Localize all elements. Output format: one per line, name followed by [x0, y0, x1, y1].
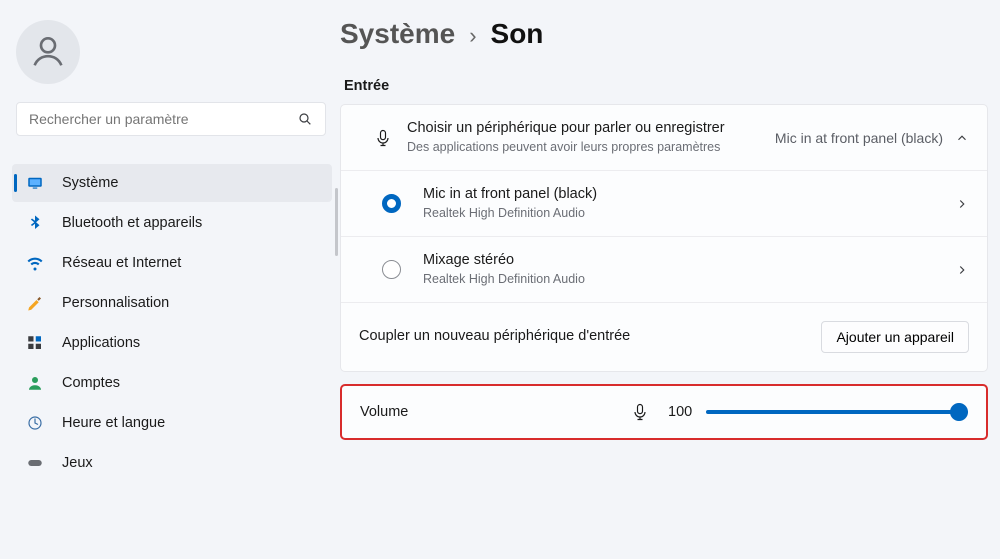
user-icon	[28, 32, 68, 72]
sidebar-item-label: Comptes	[62, 375, 120, 391]
page-title: Son	[491, 18, 544, 50]
sidebar-item-label: Bluetooth et appareils	[62, 215, 202, 231]
system-icon	[26, 174, 44, 192]
sidebar-item-label: Réseau et Internet	[62, 255, 181, 271]
chevron-right-icon	[955, 263, 969, 277]
avatar[interactable]	[16, 20, 80, 84]
brush-icon	[26, 294, 44, 312]
main-content: Système › Son Entrée Choisir un périphér…	[340, 0, 1000, 559]
microphone-icon	[359, 128, 407, 148]
radio-button[interactable]	[359, 260, 423, 279]
volume-value: 100	[668, 404, 702, 420]
search-icon	[297, 111, 313, 127]
choose-input-device-row[interactable]: Choisir un périphérique pour parler ou e…	[341, 105, 987, 171]
device-driver: Realtek High Definition Audio	[423, 271, 955, 289]
clock-globe-icon	[26, 414, 44, 432]
selected-device-value: Mic in at front panel (black)	[775, 130, 943, 146]
choose-device-label: Choisir un périphérique pour parler ou e…	[407, 119, 775, 139]
chevron-up-icon	[955, 131, 969, 145]
input-device-option[interactable]: Mixage stéréo Realtek High Definition Au…	[341, 237, 987, 303]
input-devices-group: Choisir un périphérique pour parler ou e…	[340, 104, 988, 372]
bluetooth-icon	[26, 214, 44, 232]
account-icon	[26, 374, 44, 392]
scrollbar[interactable]	[335, 188, 338, 256]
apps-icon	[26, 334, 44, 352]
sidebar-item-bluetooth[interactable]: Bluetooth et appareils	[12, 204, 332, 242]
sidebar-item-accounts[interactable]: Comptes	[12, 364, 332, 402]
device-name: Mixage stéréo	[423, 251, 955, 271]
pair-device-label: Coupler un nouveau périphérique d'entrée	[359, 327, 821, 347]
sidebar-item-gaming[interactable]: Jeux	[12, 444, 332, 482]
pair-new-device-row: Coupler un nouveau périphérique d'entrée…	[341, 303, 987, 371]
breadcrumb: Système › Son	[340, 18, 992, 50]
choose-device-sublabel: Des applications peuvent avoir leurs pro…	[407, 139, 775, 157]
sidebar-item-apps[interactable]: Applications	[12, 324, 332, 362]
breadcrumb-parent[interactable]: Système	[340, 18, 455, 50]
volume-slider[interactable]	[706, 403, 968, 421]
microphone-icon	[630, 402, 650, 422]
sidebar: Système Bluetooth et appareils Réseau et…	[0, 0, 340, 559]
sidebar-item-network[interactable]: Réseau et Internet	[12, 244, 332, 282]
chevron-right-icon	[955, 197, 969, 211]
slider-thumb[interactable]	[950, 403, 968, 421]
device-driver: Realtek High Definition Audio	[423, 205, 955, 223]
wifi-icon	[26, 254, 44, 272]
volume-row: Volume 100	[340, 384, 988, 440]
search-field[interactable]	[29, 111, 297, 127]
add-device-button[interactable]: Ajouter un appareil	[821, 321, 969, 353]
sidebar-item-label: Personnalisation	[62, 295, 169, 311]
device-name: Mic in at front panel (black)	[423, 185, 955, 205]
sidebar-item-system[interactable]: Système	[12, 164, 332, 202]
volume-label: Volume	[360, 404, 630, 420]
gamepad-icon	[26, 454, 44, 472]
sidebar-item-label: Jeux	[62, 455, 93, 471]
sidebar-item-label: Système	[62, 175, 118, 191]
input-section-title: Entrée	[344, 78, 992, 94]
breadcrumb-separator: ›	[469, 23, 476, 49]
input-device-option[interactable]: Mic in at front panel (black) Realtek Hi…	[341, 171, 987, 237]
search-input[interactable]	[16, 102, 326, 136]
sidebar-item-personalization[interactable]: Personnalisation	[12, 284, 332, 322]
radio-button[interactable]	[359, 194, 423, 213]
sidebar-item-label: Heure et langue	[62, 415, 165, 431]
sidebar-item-time-language[interactable]: Heure et langue	[12, 404, 332, 442]
nav-list: Système Bluetooth et appareils Réseau et…	[12, 164, 332, 482]
sidebar-item-label: Applications	[62, 335, 140, 351]
